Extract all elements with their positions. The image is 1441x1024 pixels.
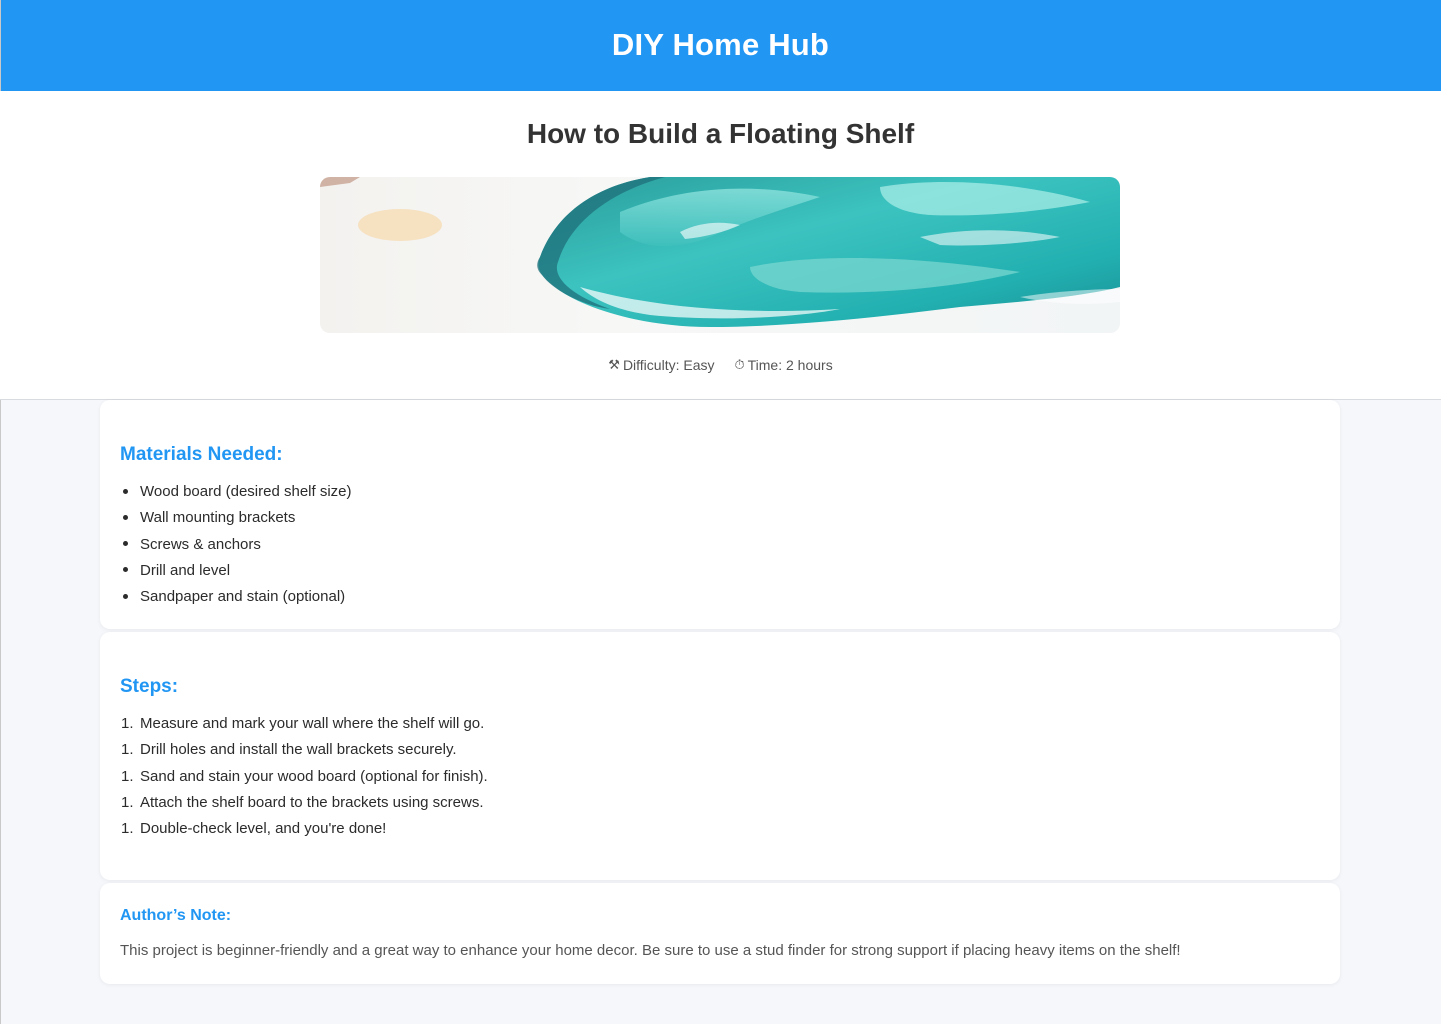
step-number: 1.: [121, 741, 134, 759]
paint-swatch-image: [320, 177, 1120, 333]
step-item: 1. Double-check level, and you're done!: [120, 818, 488, 844]
step-text: Double-check level, and you're done!: [140, 820, 387, 838]
step-item: 1. Sand and stain your wood board (option…: [120, 766, 488, 792]
difficulty-label: Difficulty: Easy: [622, 357, 715, 373]
bullet-icon: [120, 586, 140, 608]
step-item: 1. Measure and mark your wall where the s…: [120, 713, 488, 739]
bullet-icon: [120, 507, 140, 529]
list-item: Wall mounting brackets: [120, 507, 352, 533]
time-label: Time: 2 hours: [747, 357, 833, 373]
materials-heading: Materials Needed:: [120, 444, 283, 465]
step-number: 1.: [121, 767, 134, 785]
list-item-label: Wood board (desired shelf size): [140, 483, 352, 500]
step-text: Measure and mark your wall where the she…: [140, 715, 485, 732]
list-item: Screws & anchors: [120, 534, 352, 560]
time-meta: ⏱ Time: 2 hours: [734, 357, 832, 373]
materials-card: Materials Needed: Wood board (desired sh…: [100, 400, 1340, 629]
site-title[interactable]: DIY Home Hub: [612, 27, 829, 63]
step-text: Attach the shelf board to the brackets u…: [140, 793, 484, 811]
list-item-label: Sandpaper and stain (optional): [140, 588, 346, 606]
tools-icon: ⚒: [608, 357, 620, 372]
page-title: How to Build a Floating Shelf: [526, 118, 915, 149]
article-hero: How to Build a Floating Shelf ⚒ Difficul…: [0, 91, 1441, 400]
article-meta: ⚒ Difficulty: Easy ⏱ Time: 2 hours: [0, 357, 1441, 373]
list-item-label: Wall mounting brackets: [140, 509, 296, 527]
steps-list: 1. Measure and mark your wall where the s…: [120, 713, 488, 844]
site-header: DIY Home Hub: [0, 0, 1441, 91]
step-item: 1. Attach the shelf board to the brackets…: [120, 792, 488, 818]
author-note-heading: Author’s Note:: [120, 907, 232, 924]
difficulty-meta: ⚒ Difficulty: Easy: [608, 357, 714, 373]
list-item: Drill and level: [120, 560, 352, 586]
step-number: 1.: [121, 793, 134, 811]
hero-image: [320, 177, 1120, 333]
step-text: Sand and stain your wood board (optional…: [140, 767, 488, 785]
materials-list: Wood board (desired shelf size) Wall mou…: [120, 481, 352, 612]
list-item: Wood board (desired shelf size): [120, 481, 352, 507]
list-item-label: Drill and level: [140, 561, 231, 579]
author-note-text: This project is beginner-friendly and a …: [120, 942, 1181, 959]
step-text: Drill holes and install the wall bracket…: [140, 741, 457, 759]
list-item-label: Screws & anchors: [140, 535, 261, 553]
bullet-icon: [120, 560, 140, 582]
steps-card: Steps: 1. Measure and mark your wall wher…: [100, 632, 1340, 880]
step-number: 1.: [121, 820, 134, 838]
stopwatch-icon: ⏱: [734, 357, 745, 372]
list-item: Sandpaper and stain (optional): [120, 586, 352, 612]
author-note-card: Author’s Note: This project is beginner-…: [100, 883, 1340, 984]
step-number: 1.: [121, 715, 134, 732]
bullet-icon: [120, 534, 140, 556]
step-item: 1. Drill holes and install the wall brack…: [120, 739, 488, 765]
steps-heading: Steps:: [120, 676, 179, 697]
bullet-icon: [120, 481, 140, 503]
